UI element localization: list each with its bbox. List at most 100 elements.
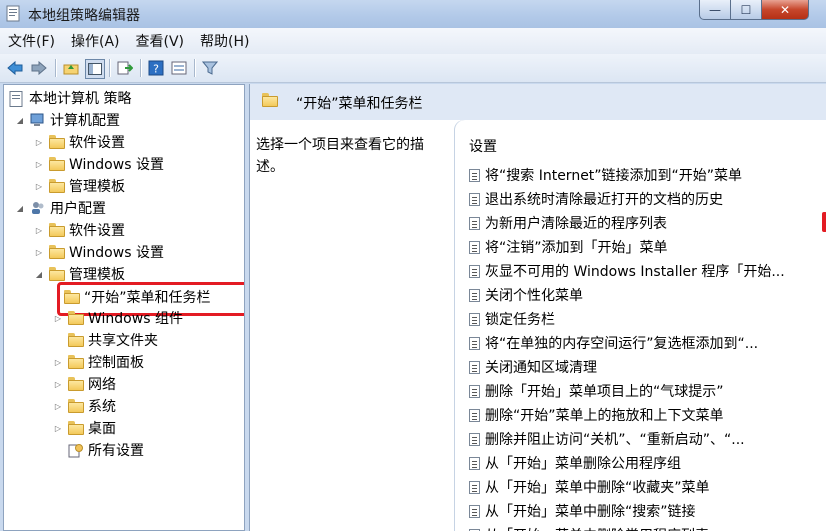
expand-arrow-icon[interactable]: ▷ [52, 358, 64, 367]
setting-row[interactable]: 从「开始」菜单中删除常用程序列表 [469, 524, 709, 531]
collapse-arrow-icon[interactable]: ◢ [14, 116, 26, 125]
setting-label: 将“搜索 Internet”链接添加到“开始”菜单 [485, 168, 743, 184]
policy-setting-icon [469, 288, 480, 302]
setting-label: 从「开始」菜单中删除“收藏夹”菜单 [485, 480, 710, 496]
setting-row[interactable]: 从「开始」菜单删除公用程序组 [469, 452, 681, 474]
toolbar: ? [0, 54, 826, 83]
folder-icon [49, 179, 65, 193]
close-button[interactable]: ✕ [761, 0, 809, 20]
policy-setting-icon [469, 504, 480, 518]
menu-action[interactable]: 操作(A) [63, 31, 128, 51]
collapse-arrow-icon[interactable]: ◢ [14, 204, 26, 213]
tree-label: 控制面板 [88, 355, 144, 371]
export-list-icon[interactable] [116, 59, 134, 77]
properties-icon[interactable] [170, 59, 188, 77]
tree-node-windows-components[interactable]: ▷ Windows 组件 [52, 307, 183, 329]
description-text: 选择一个项目来查看它的描述。 [256, 137, 424, 175]
menu-file[interactable]: 文件(F) [0, 31, 63, 51]
setting-row[interactable]: 为新用户清除最近的程序列表 [469, 212, 667, 234]
tree-node-system[interactable]: ▷ 系统 [52, 395, 116, 417]
tree-label: 桌面 [88, 421, 116, 437]
tree-node-desktop[interactable]: ▷ 桌面 [52, 417, 116, 439]
setting-label: 关闭通知区域清理 [485, 360, 597, 376]
policy-setting-icon [469, 168, 480, 182]
tree-label: Windows 组件 [88, 311, 183, 327]
maximize-button[interactable]: ☐ [730, 0, 762, 20]
setting-row[interactable]: 从「开始」菜单中删除“收藏夹”菜单 [469, 476, 710, 498]
setting-label: 灰显不可用的 Windows Installer 程序「开始... [485, 264, 785, 280]
setting-row[interactable]: 关闭通知区域清理 [469, 356, 597, 378]
expand-arrow-icon[interactable]: ▷ [52, 314, 64, 323]
policy-setting-icon [469, 192, 480, 206]
setting-row[interactable]: 删除「开始」菜单项目上的“气球提示” [469, 380, 724, 402]
tree-label: 管理模板 [69, 179, 125, 195]
setting-row[interactable]: 锁定任务栏 [469, 308, 555, 330]
setting-row[interactable]: 删除并阻止访问“关机”、“重新启动”、“... [469, 428, 745, 450]
folder-icon [262, 93, 278, 107]
tree-label: 用户配置 [50, 201, 106, 217]
expand-arrow-icon[interactable]: ▷ [33, 160, 45, 169]
setting-row[interactable]: 从「开始」菜单中删除“搜索”链接 [469, 500, 696, 522]
tree-label: 软件设置 [69, 135, 125, 151]
setting-row[interactable]: 将“注销”添加到「开始」菜单 [469, 236, 668, 258]
setting-row[interactable]: 将“搜索 Internet”链接添加到“开始”菜单 [469, 164, 742, 186]
menu-help[interactable]: 帮助(H) [192, 31, 257, 51]
policy-setting-icon [469, 432, 480, 446]
tree-node-uc-windows[interactable]: ▷ Windows 设置 [33, 241, 164, 263]
expand-arrow-icon[interactable]: ▷ [33, 226, 45, 235]
setting-label: 从「开始」菜单删除公用程序组 [485, 456, 681, 472]
setting-row[interactable]: 将“在单独的内存空间运行”复选框添加到“... [469, 332, 758, 354]
tree-node-all-settings[interactable]: 所有设置 [68, 439, 144, 461]
tree-node-shared-folders[interactable]: 共享文件夹 [68, 329, 158, 351]
setting-row[interactable]: 关闭个性化菜单 [469, 284, 583, 306]
tree-node-cc-admin[interactable]: ▷ 管理模板 [33, 175, 125, 197]
folder-icon [68, 377, 84, 391]
help-icon[interactable]: ? [147, 59, 165, 77]
policy-setting-icon [469, 336, 480, 350]
tree-pane: 本地计算机 策略 ◢ 计算机配置 ▷ 软件设置 ▷ Windows 设置 ▷ 管… [3, 84, 245, 531]
setting-row[interactable]: 删除“开始”菜单上的拖放和上下文菜单 [469, 404, 724, 426]
minimize-button[interactable]: — [699, 0, 731, 20]
expand-arrow-icon[interactable]: ▷ [52, 380, 64, 389]
collapse-arrow-icon[interactable]: ◢ [33, 270, 45, 279]
setting-label: 删除「开始」菜单项目上的“气球提示” [485, 384, 724, 400]
policy-setting-icon [469, 312, 480, 326]
expand-arrow-icon[interactable]: ▷ [33, 138, 45, 147]
setting-label: 关闭个性化菜单 [485, 288, 583, 304]
policy-setting-icon [469, 360, 480, 374]
policy-setting-icon [469, 456, 480, 470]
menu-view[interactable]: 查看(V) [128, 31, 193, 51]
tree-node-cc-software[interactable]: ▷ 软件设置 [33, 131, 125, 153]
expand-arrow-icon[interactable]: ▷ [33, 182, 45, 191]
tree-node-uc-software[interactable]: ▷ 软件设置 [33, 219, 125, 241]
back-arrow-icon[interactable] [6, 59, 24, 77]
expand-arrow-icon[interactable]: ▷ [52, 424, 64, 433]
computer-icon [30, 113, 46, 127]
column-header-setting[interactable]: 设置 [469, 136, 497, 156]
tree-label: Windows 设置 [69, 157, 164, 173]
expand-arrow-icon[interactable]: ▷ [52, 402, 64, 411]
setting-row[interactable]: 灰显不可用的 Windows Installer 程序「开始... [469, 260, 785, 282]
menu-bar: 文件(F) 操作(A) 查看(V) 帮助(H) [0, 28, 826, 54]
up-folder-icon[interactable] [62, 59, 80, 77]
tree-node-root[interactable]: 本地计算机 策略 [9, 87, 131, 109]
settings-list: 设置 将“搜索 Internet”链接添加到“开始”菜单退出系统时清除最近打开的… [455, 120, 826, 531]
filter-icon[interactable] [201, 59, 219, 77]
all-settings-icon [68, 443, 84, 458]
details-header-title: “开始”菜单和任务栏 [296, 96, 423, 112]
expand-arrow-icon[interactable]: ▷ [33, 248, 45, 257]
tree-node-user-config[interactable]: ◢ 用户配置 [14, 197, 106, 219]
tree-node-control-panel[interactable]: ▷ 控制面板 [52, 351, 144, 373]
tree-node-network[interactable]: ▷ 网络 [52, 373, 116, 395]
folder-icon [68, 421, 84, 435]
forward-arrow-icon[interactable] [30, 59, 48, 77]
setting-label: 将“在单独的内存空间运行”复选框添加到“... [485, 336, 759, 352]
tree-label: 所有设置 [88, 443, 144, 459]
tree-node-cc-windows[interactable]: ▷ Windows 设置 [33, 153, 164, 175]
setting-row[interactable]: 退出系统时清除最近打开的文档的历史 [469, 188, 723, 210]
folder-icon [49, 245, 65, 259]
tree-node-computer-config[interactable]: ◢ 计算机配置 [14, 109, 120, 131]
setting-label: 从「开始」菜单中删除常用程序列表 [485, 525, 709, 531]
policy-setting-icon [469, 240, 480, 254]
show-hide-tree-icon[interactable] [85, 59, 105, 79]
